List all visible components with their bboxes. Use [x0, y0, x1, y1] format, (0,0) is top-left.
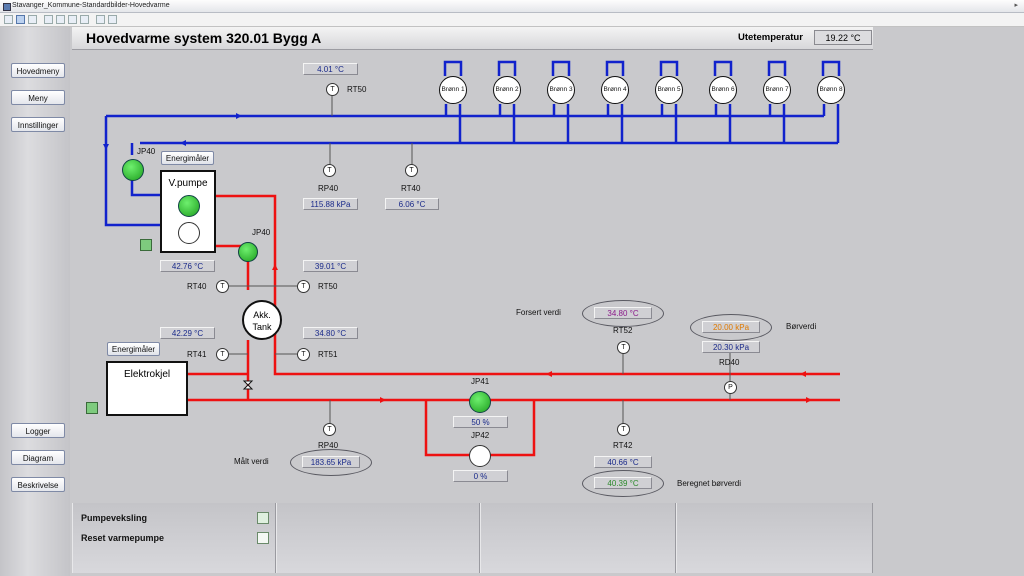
jp41-pump-icon[interactable] [469, 391, 491, 413]
reset-pump-label: Reset varmepumpe [81, 533, 165, 543]
tank-label-line1: Akk. [253, 310, 271, 320]
jp40-cold-pump-icon[interactable] [122, 159, 144, 181]
bottom-section-3 [480, 503, 676, 573]
rt50-mid-value: 39.01 °C [303, 260, 358, 272]
rt41-label: RT41 [187, 350, 207, 359]
heat-pump-trend-icon[interactable] [140, 239, 152, 251]
setpoint-label: Børverdi [786, 322, 817, 331]
well-3-icon[interactable]: Brønn 3 [547, 76, 575, 104]
rt40-top-sensor-icon[interactable]: T [405, 164, 418, 177]
well-7-icon[interactable]: Brønn 7 [763, 76, 791, 104]
boiler-trend-icon[interactable] [86, 402, 98, 414]
tank-label-line2: Tank [252, 322, 272, 332]
rt51-value: 34.80 °C [303, 327, 358, 339]
setpoint-value: 20.00 kPa [702, 321, 760, 333]
bottom-section-4 [676, 503, 873, 573]
rt40-mid-sensor-icon[interactable]: T [216, 280, 229, 293]
rt50-mid-sensor-icon[interactable]: T [297, 280, 310, 293]
rp40-top-sensor-icon[interactable]: T [323, 164, 336, 177]
valve-icon[interactable] [242, 380, 254, 390]
rt50-top-value: 4.01 °C [303, 63, 358, 75]
bottom-section-2 [276, 503, 480, 573]
well-8-icon[interactable]: Brønn 8 [817, 76, 845, 104]
rt42-label: RT42 [613, 441, 633, 450]
rt51-label: RT51 [318, 350, 338, 359]
heat-pump-temp-value: 42.76 °C [160, 260, 215, 272]
jp41-value: 50 % [453, 416, 508, 428]
calc-value: 40.39 °C [594, 477, 652, 489]
rd40-label: RD40 [719, 358, 740, 367]
pump-switch-toggle[interactable] [257, 512, 269, 524]
jp42-label: JP42 [471, 431, 490, 440]
bottom-section-1: Pumpeveksling Reset varmepumpe [72, 503, 276, 573]
reset-pump-toggle[interactable] [257, 532, 269, 544]
rt42-value: 40.66 °C [594, 456, 652, 468]
jp40-hot-label: JP40 [252, 228, 271, 237]
compressor-icon [178, 222, 200, 244]
forced-value: 34.80 °C [594, 307, 652, 319]
energy-meter-2-button[interactable]: Energimåler [107, 342, 160, 356]
pump-switch-label: Pumpeveksling [81, 513, 148, 523]
well-6-icon[interactable]: Brønn 6 [709, 76, 737, 104]
jp42-pump-icon[interactable] [469, 445, 491, 467]
return-flow-arrows [103, 113, 242, 150]
well-5-icon[interactable]: Brønn 5 [655, 76, 683, 104]
jp40-hot-pump-icon[interactable] [238, 242, 258, 262]
well-4-icon[interactable]: Brønn 4 [601, 76, 629, 104]
rt40-mid-label: RT40 [187, 282, 207, 291]
measured-value-label: Målt verdi [234, 457, 269, 466]
jp42-value: 0 % [453, 470, 508, 482]
heat-pump-box[interactable]: V.pumpe [160, 170, 216, 253]
energy-meter-1-button[interactable]: Energimåler [161, 151, 214, 165]
rt41-sensor-icon[interactable]: T [216, 348, 229, 361]
rt40-top-label: RT40 [401, 184, 421, 193]
rd40-value: 20.30 kPa [702, 341, 760, 353]
well-1-icon[interactable]: Brønn 1 [439, 76, 467, 104]
heat-pump-label: V.pumpe [168, 178, 208, 189]
heat-pump-circulation-icon [178, 195, 200, 217]
rp40-bot-sensor-icon[interactable]: T [323, 423, 336, 436]
electric-boiler-box[interactable]: Elektrokjel [106, 361, 188, 416]
bottom-panel: Pumpeveksling Reset varmepumpe [72, 503, 873, 573]
rt41-value: 42.29 °C [160, 327, 215, 339]
well-2-icon[interactable]: Brønn 2 [493, 76, 521, 104]
rd40-sensor-icon[interactable]: P [724, 381, 737, 394]
forced-value-label: Forsert verdi [516, 308, 561, 317]
rt52-label: RT52 [613, 326, 633, 335]
rp40-bot-value: 183.65 kPa [302, 456, 360, 468]
rt42-sensor-icon[interactable]: T [617, 423, 630, 436]
jp41-label: JP41 [471, 377, 490, 386]
rt40-top-value: 6.06 °C [385, 198, 439, 210]
accumulator-tank[interactable]: Akk. Tank [242, 300, 282, 340]
rt51-sensor-icon[interactable]: T [297, 348, 310, 361]
rt50-top-sensor-icon[interactable]: T [326, 83, 339, 96]
jp40-cold-label: JP40 [137, 147, 156, 156]
rp40-top-label: RP40 [318, 184, 339, 193]
rt50-mid-label: RT50 [318, 282, 338, 291]
rp40-top-value: 115.88 kPa [303, 198, 358, 210]
calc-value-label: Beregnet børverdi [677, 479, 742, 488]
rt50-top-label: RT50 [347, 85, 367, 94]
rt52-sensor-icon[interactable]: T [617, 341, 630, 354]
